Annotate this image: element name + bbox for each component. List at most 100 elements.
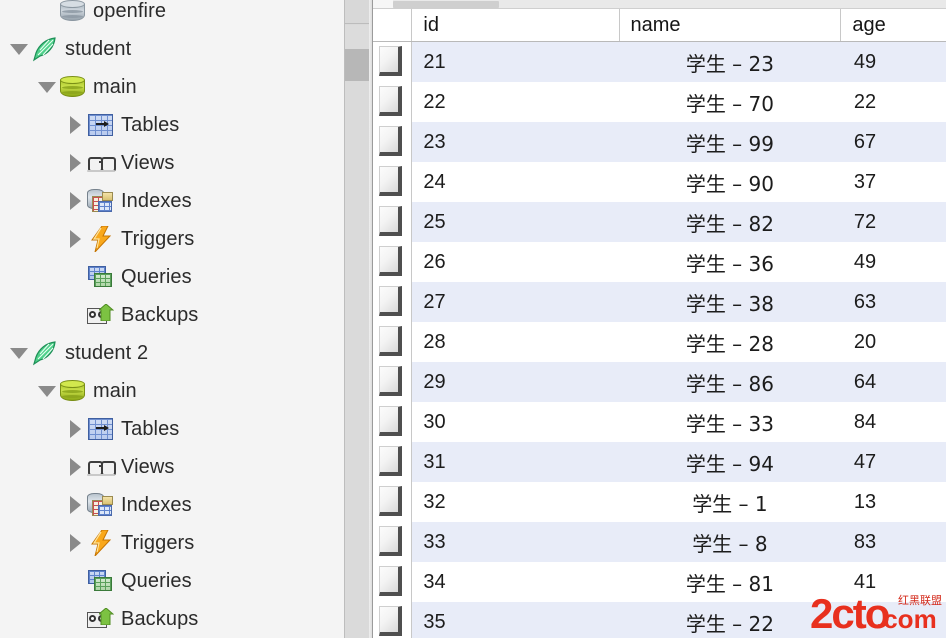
grid-horizontal-scrollbar[interactable] xyxy=(373,0,946,9)
table-row[interactable]: 26 学生 – 36 49 xyxy=(373,242,946,282)
column-header-age[interactable]: age xyxy=(840,9,946,42)
row-selector-cell[interactable] xyxy=(373,602,412,638)
cell-id[interactable]: 32 xyxy=(411,482,619,522)
table-row[interactable]: 33 学生 – 8 83 xyxy=(373,522,946,562)
cell-id[interactable]: 35 xyxy=(411,602,619,638)
cell-name[interactable]: 学生 – 81 xyxy=(619,562,841,602)
cell-name[interactable]: 学生 – 8 xyxy=(619,522,841,562)
table-row[interactable]: 24 学生 – 90 37 xyxy=(373,162,946,202)
tree-item-triggers[interactable]: Triggers xyxy=(0,220,372,258)
cell-id[interactable]: 24 xyxy=(411,162,619,202)
row-selector-button[interactable] xyxy=(379,326,402,356)
row-selector-button[interactable] xyxy=(379,166,402,196)
chevron-right-icon[interactable] xyxy=(64,144,86,182)
cell-age[interactable]: 13 xyxy=(840,482,946,522)
tree-item-tables[interactable]: Tables xyxy=(0,106,372,144)
cell-age[interactable]: 49 xyxy=(840,242,946,282)
row-selector-cell[interactable] xyxy=(373,402,412,442)
row-selector-cell[interactable] xyxy=(373,242,412,282)
cell-id[interactable]: 30 xyxy=(411,402,619,442)
cell-age[interactable]: 37 xyxy=(840,162,946,202)
row-selector-cell[interactable] xyxy=(373,82,412,122)
column-header-name[interactable]: name xyxy=(618,9,841,42)
row-selector-button[interactable] xyxy=(379,126,402,156)
cell-age[interactable]: 41 xyxy=(840,562,946,602)
row-selector-cell[interactable] xyxy=(373,122,412,162)
tree-item-views[interactable]: Views xyxy=(0,448,372,486)
cell-id[interactable]: 34 xyxy=(411,562,619,602)
chevron-right-icon[interactable] xyxy=(64,448,86,486)
chevron-right-icon[interactable] xyxy=(64,182,86,220)
cell-name[interactable]: 学生 – 1 xyxy=(619,482,841,522)
cell-age[interactable]: 84 xyxy=(840,402,946,442)
row-selector-button[interactable] xyxy=(379,566,402,596)
cell-id[interactable]: 26 xyxy=(411,242,619,282)
tree-item-queries[interactable]: Queries xyxy=(0,562,372,600)
cell-id[interactable]: 23 xyxy=(411,122,619,162)
table-row[interactable]: 27 学生 – 38 63 xyxy=(373,282,946,322)
scrollbar-thumb[interactable] xyxy=(345,49,371,81)
cell-age[interactable]: 47 xyxy=(840,442,946,482)
cell-age[interactable]: 83 xyxy=(840,522,946,562)
row-selector-button[interactable] xyxy=(379,446,402,476)
chevron-right-icon[interactable] xyxy=(64,410,86,448)
table-row[interactable]: 25 学生 – 82 72 xyxy=(373,202,946,242)
cell-age[interactable]: 64 xyxy=(840,362,946,402)
cell-name[interactable]: 学生 – 28 xyxy=(619,322,841,362)
column-header-id[interactable]: id xyxy=(411,9,619,42)
cell-id[interactable]: 22 xyxy=(411,82,619,122)
cell-id[interactable]: 27 xyxy=(411,282,619,322)
cell-name[interactable]: 学生 – 94 xyxy=(619,442,841,482)
chevron-right-icon[interactable] xyxy=(64,486,86,524)
cell-id[interactable]: 29 xyxy=(411,362,619,402)
tree-item-tables[interactable]: Tables xyxy=(0,410,372,448)
tree-item-main[interactable]: main xyxy=(0,68,372,106)
row-selector-cell[interactable] xyxy=(373,202,412,242)
row-selector-button[interactable] xyxy=(379,206,402,236)
cell-id[interactable]: 28 xyxy=(411,322,619,362)
table-row[interactable]: 35 学生 – 22 xyxy=(373,602,946,638)
tree-item-views[interactable]: Views xyxy=(0,144,372,182)
chevron-down-icon[interactable] xyxy=(36,68,58,106)
cell-age[interactable]: 22 xyxy=(840,82,946,122)
tree-item-backups[interactable]: Backups xyxy=(0,296,372,334)
tree-item-student[interactable]: student xyxy=(0,30,372,68)
scrollbar-track[interactable] xyxy=(345,81,371,638)
row-selector-button[interactable] xyxy=(379,606,402,636)
chevron-right-icon[interactable] xyxy=(64,220,86,258)
cell-name[interactable]: 学生 – 36 xyxy=(619,242,841,282)
tree-item-main[interactable]: main xyxy=(0,372,372,410)
tree-item-backups[interactable]: Backups xyxy=(0,600,372,638)
table-row[interactable]: 28 学生 – 28 20 xyxy=(373,322,946,362)
cell-name[interactable]: 学生 – 22 xyxy=(619,602,841,638)
cell-name[interactable]: 学生 – 86 xyxy=(619,362,841,402)
cell-age[interactable]: 49 xyxy=(840,41,946,82)
tree-item-indexes[interactable]: Indexes xyxy=(0,182,372,220)
table-row[interactable]: 29 学生 – 86 64 xyxy=(373,362,946,402)
row-selector-button[interactable] xyxy=(379,246,402,276)
cell-name[interactable]: 学生 – 90 xyxy=(619,162,841,202)
chevron-right-icon[interactable] xyxy=(64,106,86,144)
row-selector-cell[interactable] xyxy=(373,482,412,522)
chevron-down-icon[interactable] xyxy=(8,334,30,372)
table-row[interactable]: 21 学生 – 23 49 xyxy=(373,41,946,82)
cell-name[interactable]: 学生 – 38 xyxy=(619,282,841,322)
cell-name[interactable]: 学生 – 70 xyxy=(619,82,841,122)
cell-id[interactable]: 21 xyxy=(411,41,619,82)
row-selector-cell[interactable] xyxy=(373,442,412,482)
row-selector-button[interactable] xyxy=(379,406,402,436)
row-selector-cell[interactable] xyxy=(373,362,412,402)
table-row[interactable]: 23 学生 – 99 67 xyxy=(373,122,946,162)
horizontal-scrollbar-thumb[interactable] xyxy=(393,1,499,8)
cell-name[interactable]: 学生 – 23 xyxy=(619,41,841,82)
row-selector-cell[interactable] xyxy=(373,162,412,202)
tree-item-triggers[interactable]: Triggers xyxy=(0,524,372,562)
tree-item-student-2[interactable]: student 2 xyxy=(0,334,372,372)
cell-name[interactable]: 学生 – 99 xyxy=(619,122,841,162)
tree-item-indexes[interactable]: Indexes xyxy=(0,486,372,524)
cell-age[interactable]: 67 xyxy=(840,122,946,162)
table-row[interactable]: 32 学生 – 1 13 xyxy=(373,482,946,522)
cell-age[interactable]: 72 xyxy=(840,202,946,242)
cell-id[interactable]: 25 xyxy=(411,202,619,242)
row-selector-button[interactable] xyxy=(379,286,402,316)
